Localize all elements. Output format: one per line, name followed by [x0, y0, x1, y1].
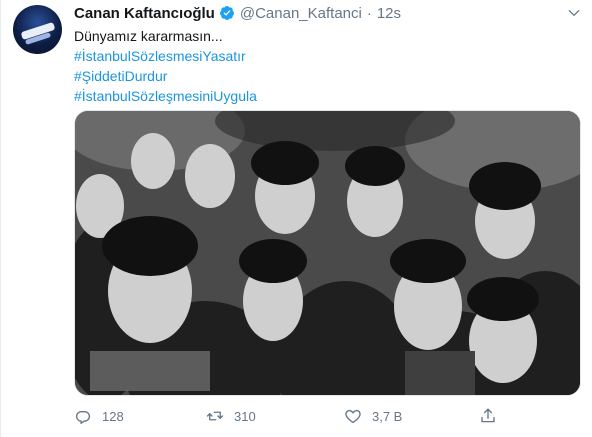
tweet[interactable]: Canan Kaftancıoğlu @Canan_Kaftanci · 12s…: [0, 0, 592, 437]
reply-button[interactable]: 128: [74, 404, 124, 428]
tweet-actions: 128 310 3,7 B: [74, 404, 497, 428]
author-handle[interactable]: @Canan_Kaftanci: [240, 5, 362, 22]
hashtag-link[interactable]: #İstanbulSözlesmesiYasatır: [74, 46, 257, 66]
separator-dot: ·: [366, 4, 372, 22]
author-name[interactable]: Canan Kaftancıoğlu: [74, 5, 215, 22]
tweet-text: Dünyamız kararmasın... #İstanbulSözlesme…: [74, 26, 257, 106]
retweet-count: 310: [234, 408, 256, 424]
tweet-line: Dünyamız kararmasın...: [74, 28, 223, 44]
like-count: 3,7 B: [372, 408, 403, 424]
timestamp[interactable]: 12s: [377, 5, 401, 22]
photo-illustration: [75, 111, 580, 395]
share-button[interactable]: [479, 404, 497, 428]
tweet-photo[interactable]: [74, 110, 581, 396]
reply-icon: [75, 410, 91, 425]
retweet-button[interactable]: 310: [206, 404, 256, 428]
tweet-header: Canan Kaftancıoğlu @Canan_Kaftanci · 12s: [74, 4, 401, 22]
verified-badge-icon: [219, 6, 234, 20]
reply-count: 128: [102, 408, 124, 424]
retweet-icon: [206, 411, 224, 421]
share-icon: [481, 408, 495, 423]
avatar[interactable]: [13, 5, 62, 54]
heart-icon: [345, 409, 361, 424]
like-button[interactable]: 3,7 B: [344, 404, 402, 428]
hashtag-link[interactable]: #ŞiddetiDurdur: [74, 66, 257, 86]
hashtag-link[interactable]: #İstanbulSözleşmesiniUygula: [74, 86, 257, 106]
chevron-down-icon[interactable]: [567, 6, 581, 20]
